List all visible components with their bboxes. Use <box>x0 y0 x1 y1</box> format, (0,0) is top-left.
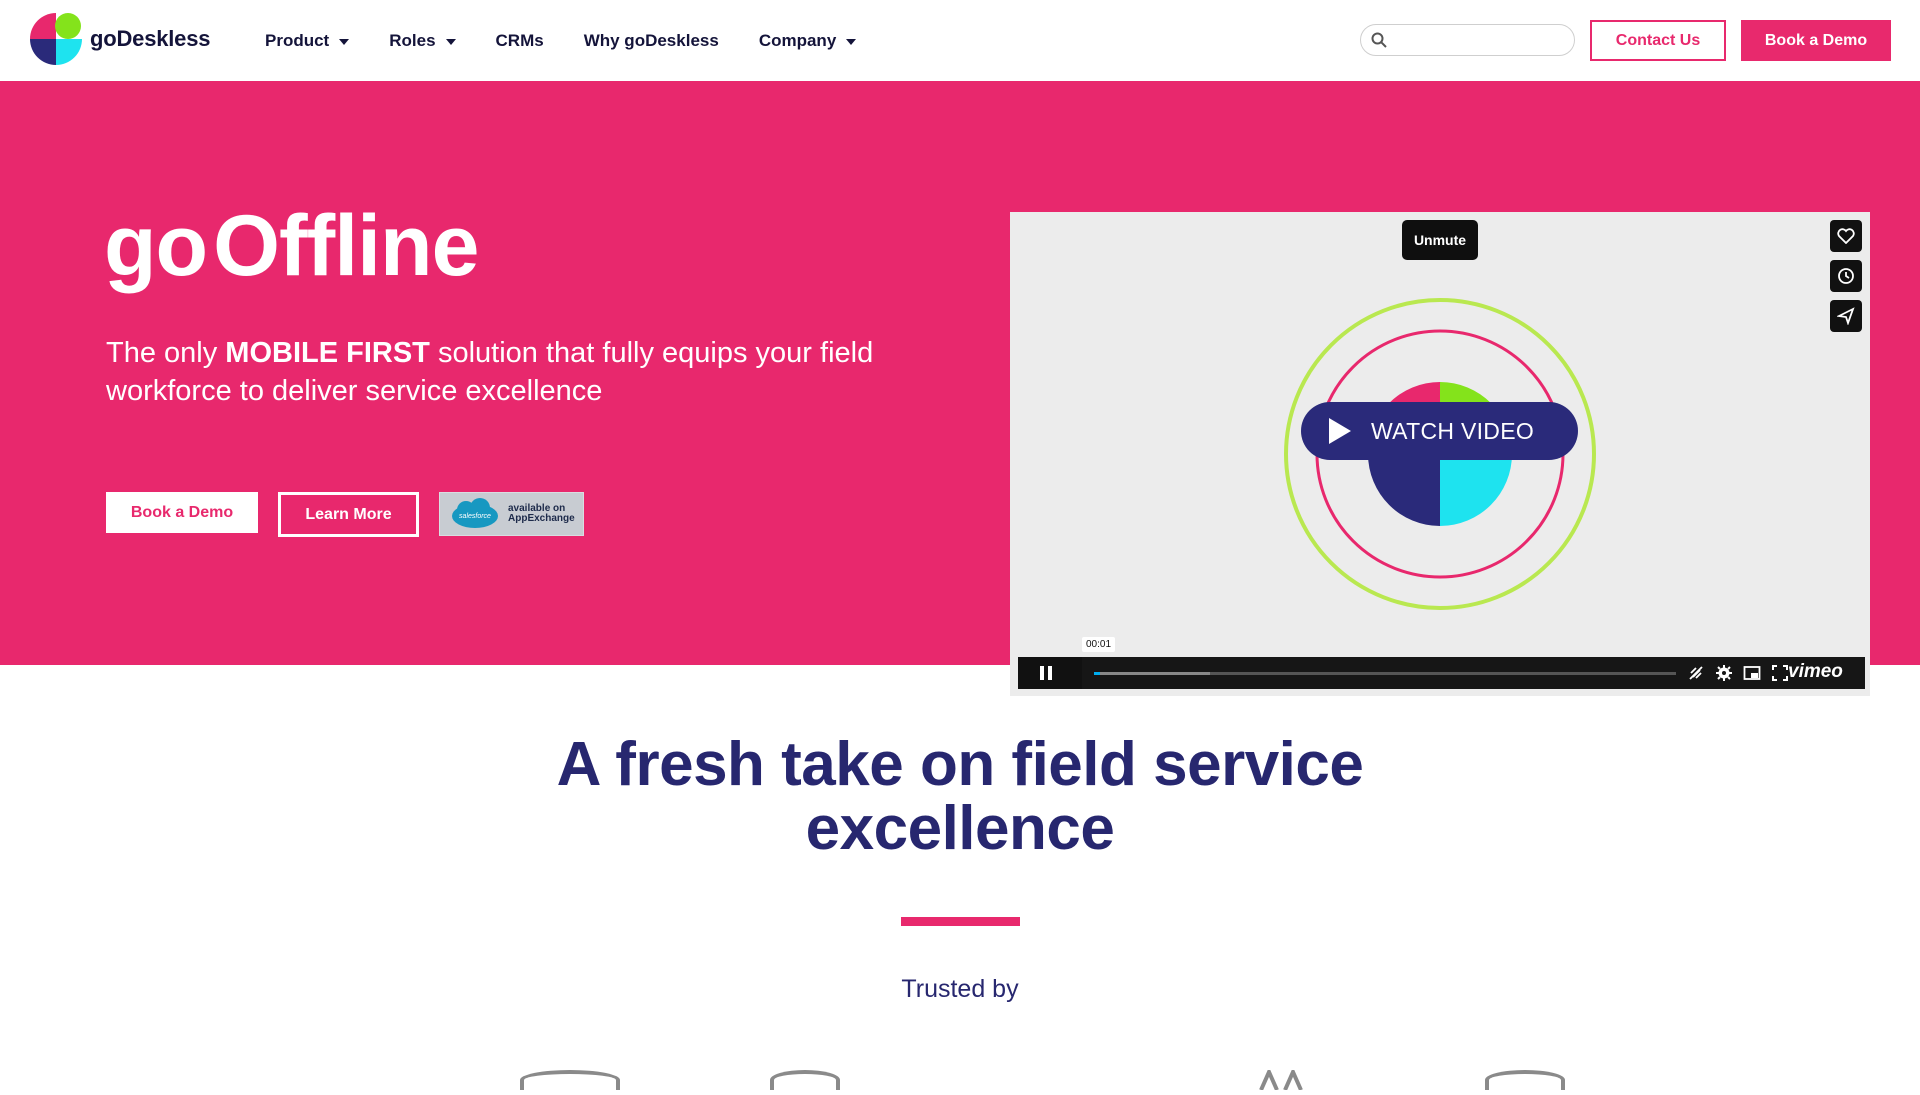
nav-item-company[interactable]: Company <box>758 30 857 51</box>
book-demo-button[interactable]: Book a Demo <box>1741 20 1891 61</box>
appexchange-text: available on AppExchange <box>508 504 575 524</box>
trusted-by-label: Trusted by <box>901 975 1019 1003</box>
pip-button[interactable] <box>1742 663 1762 683</box>
play-icon <box>1329 418 1351 444</box>
hero-subtitle-pre: The only <box>106 337 226 369</box>
nav-item-label: Roles <box>389 30 436 50</box>
captions-off-icon <box>1689 666 1703 680</box>
search-box[interactable] <box>1360 24 1575 56</box>
main-nav: Product Roles CRMs Why goDeskless Compan… <box>265 0 896 81</box>
chevron-down-icon <box>445 38 456 45</box>
appexchange-line2: AppExchange <box>508 513 575 524</box>
client-logo <box>1255 1067 1315 1091</box>
section-divider <box>901 917 1020 926</box>
chevron-down-icon <box>846 38 857 45</box>
fullscreen-icon <box>1772 665 1788 681</box>
client-logo <box>770 1070 840 1090</box>
search-icon <box>1371 32 1387 48</box>
chevron-down-icon <box>339 38 350 45</box>
hero-title-part2: Offline <box>213 198 479 294</box>
nav-item-label: Company <box>758 30 837 50</box>
pause-icon-bar <box>1040 666 1044 680</box>
nav-item-why-godeskless[interactable]: Why goDeskless <box>584 31 719 51</box>
brand-name: goDeskless <box>90 26 211 51</box>
share-button[interactable] <box>1830 300 1862 332</box>
hero-title: goOffline <box>104 203 479 289</box>
progress-track[interactable] <box>1094 672 1676 675</box>
salesforce-wordmark: salesforce <box>459 513 491 520</box>
pip-icon <box>1743 666 1761 680</box>
hero-book-demo-button[interactable]: Book a Demo <box>106 492 258 533</box>
nav-item-label: Product <box>265 30 330 50</box>
captions-off-button[interactable] <box>1686 663 1706 683</box>
hero-subtitle-bold: MOBILE FIRST <box>225 337 430 369</box>
client-logo <box>1485 1070 1565 1090</box>
vimeo-logo[interactable]: vimeo <box>1788 661 1843 683</box>
site-header: goDeskless Product Roles CRMs Why goDesk… <box>0 0 1920 81</box>
watch-video-button[interactable]: WATCH VIDEO <box>1301 402 1578 460</box>
nav-item-label: Why goDeskless <box>583 30 719 50</box>
learn-more-button[interactable]: Learn More <box>278 492 419 537</box>
section-title: A fresh take on field service excellence <box>0 733 1920 861</box>
nav-item-product[interactable]: Product <box>265 30 350 51</box>
settings-button[interactable] <box>1714 663 1734 683</box>
clock-icon <box>1838 268 1854 284</box>
time-tooltip: 00:01 <box>1082 637 1116 652</box>
brand-logo[interactable]: goDeskless <box>30 13 210 65</box>
fullscreen-button[interactable] <box>1770 663 1790 683</box>
nav-item-roles[interactable]: Roles <box>389 30 456 51</box>
played-bar <box>1094 672 1100 675</box>
search-input[interactable] <box>1393 26 1574 54</box>
video-player[interactable]: Unmute WATCH VIDEO 00:01 vimeo <box>1010 212 1870 696</box>
appexchange-badge[interactable]: salesforce available on AppExchange <box>439 492 584 536</box>
client-logo-mark-icon <box>1259 1067 1303 1091</box>
pause-button[interactable] <box>1018 657 1074 689</box>
watch-video-label: WATCH VIDEO <box>1371 417 1535 444</box>
salesforce-cloud-icon: salesforce <box>452 498 498 528</box>
contact-us-button[interactable]: Contact Us <box>1590 20 1726 61</box>
logo-mark-icon <box>30 13 82 65</box>
unmute-button[interactable]: Unmute <box>1402 220 1478 260</box>
send-icon <box>1837 307 1855 325</box>
section-title-line2: excellence <box>805 794 1115 863</box>
pause-icon-bar <box>1048 666 1052 680</box>
hero-title-part1: go <box>104 198 208 294</box>
control-strip: vimeo <box>1082 657 1865 689</box>
client-logo <box>520 1070 620 1090</box>
section-title-line1: A fresh take on field service <box>556 730 1364 799</box>
nav-item-label: CRMs <box>495 30 544 50</box>
like-button[interactable] <box>1830 220 1862 252</box>
heart-icon <box>1837 228 1855 244</box>
hero-subtitle: The only MOBILE FIRST solution that full… <box>106 334 966 410</box>
hero-section: goOffline The only MOBILE FIRST solution… <box>0 81 1920 696</box>
watch-later-button[interactable] <box>1830 260 1862 292</box>
settings-icon <box>1716 665 1732 681</box>
buffered-bar <box>1094 672 1211 675</box>
nav-item-crms[interactable]: CRMs <box>496 31 544 51</box>
video-controls: vimeo <box>1018 657 1865 689</box>
